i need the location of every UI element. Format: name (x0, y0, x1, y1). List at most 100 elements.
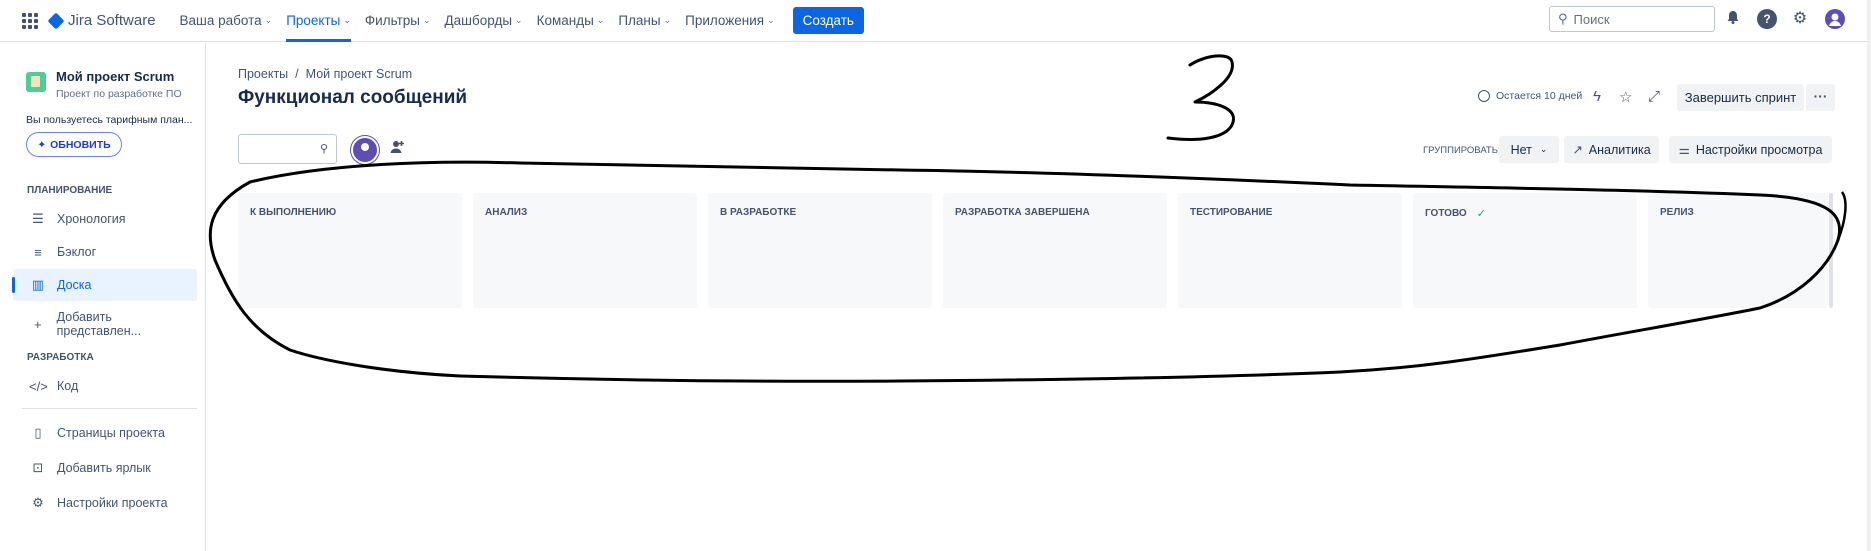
sidebar-item-code[interactable]: </> Код (13, 370, 197, 402)
page-title: Функционал сообщений (238, 87, 468, 108)
remaining-text: Остается 10 дней (1496, 90, 1583, 102)
column-title: ГОТОВО ✓ (1425, 207, 1486, 220)
sidebar-item-label: Хронология (57, 212, 126, 226)
group-by-select[interactable]: Нет ⌄ (1499, 136, 1559, 163)
board-column-done[interactable]: ГОТОВО ✓ (1413, 193, 1637, 308)
timeline-icon: ☰ (32, 211, 44, 226)
board-column-in-development[interactable]: В РАЗРАБОТКЕ (708, 193, 932, 308)
board-horizontal-scroll[interactable] (1829, 193, 1833, 308)
search-placeholder: Поиск (1573, 11, 1610, 27)
group-by-label: ГРУППИРОВАТЬ: (1423, 145, 1501, 156)
board-column-analysis[interactable]: АНАЛИЗ (473, 193, 697, 308)
sidebar-item-label: Настройки проекта (57, 496, 168, 510)
nav-plans[interactable]: Планы ⌄ (618, 0, 671, 42)
nav-label: Приложения (685, 13, 765, 28)
nav-dashboards[interactable]: Дашборды ⌄ (445, 0, 523, 42)
analytics-button[interactable]: ↗ Аналитика (1564, 136, 1659, 163)
chevron-down-icon: ⌄ (767, 15, 775, 25)
sidebar-item-backlog[interactable]: ≡ Бэклог (13, 236, 197, 268)
nav-label: Дашборды (444, 13, 513, 28)
nav-label: Команды (536, 13, 594, 28)
window-edge (1867, 0, 1871, 551)
column-title: В РАЗРАБОТКЕ (720, 207, 796, 218)
column-title-text: В РАЗРАБОТКЕ (720, 207, 797, 218)
sidebar-item-label: Страницы проекта (57, 426, 165, 440)
column-title-text: РАЗРАБОТКА ЗАВЕРШЕНА (955, 207, 1090, 218)
app-name: Jira Software (68, 12, 156, 29)
project-avatar (26, 72, 46, 92)
chevron-down-icon: ⌄ (264, 15, 273, 25)
code-icon: </> (29, 378, 48, 394)
chevron-down-icon: ⌄ (663, 15, 672, 25)
app-switcher-icon[interactable] (22, 12, 38, 29)
add-shortcut-icon: ⊡ (32, 460, 44, 475)
sidebar-item-add-view[interactable]: + Добавить представлен... (13, 308, 197, 340)
user-avatar[interactable] (1825, 9, 1845, 29)
sidebar-item-label: Код (57, 379, 79, 393)
sidebar-item-add-shortcut[interactable]: ⊡ Добавить ярлык (13, 452, 197, 484)
jira-logo[interactable]: Jira Software (47, 12, 156, 29)
nav-label: Ваша работа (179, 13, 262, 28)
breadcrumb-separator: / (295, 67, 299, 81)
gear-icon[interactable]: ⚙ (1790, 9, 1810, 29)
view-settings-button[interactable]: ⚌ Настройки просмотра (1669, 136, 1832, 163)
sidebar-item-project-pages[interactable]: ▯ Страницы проекта (13, 417, 197, 449)
star-icon[interactable]: ☆ (1619, 88, 1632, 106)
nav-apps[interactable]: Приложения ⌄ (685, 0, 775, 42)
sidebar-item-label: Добавить ярлык (57, 461, 151, 475)
nav-your-work[interactable]: Ваша работа ⌄ (180, 0, 273, 42)
expand-icon[interactable]: ⤢ (1648, 88, 1660, 105)
complete-sprint-button[interactable]: Завершить спринт (1677, 84, 1804, 111)
breadcrumb-projects[interactable]: Проекты (238, 67, 288, 81)
column-title: РЕЛИЗ (1660, 207, 1694, 218)
chevron-down-icon: ⌄ (1539, 144, 1548, 154)
member-avatar[interactable] (351, 136, 379, 164)
search-icon: ⚲ (319, 143, 328, 155)
board-column-dev-done[interactable]: РАЗРАБОТКА ЗАВЕРШЕНА (943, 193, 1167, 308)
column-title: К ВЫПОЛНЕНИЮ (250, 207, 336, 218)
board-search-input[interactable]: ⚲ (238, 134, 337, 164)
help-icon[interactable]: ? (1757, 9, 1777, 29)
breadcrumb: Проекты / Мой проект Scrum (238, 67, 412, 81)
group-by-value: Нет (1510, 142, 1532, 157)
chevron-down-icon: ⌄ (596, 15, 605, 25)
column-title: АНАЛИЗ (485, 207, 527, 218)
plus-icon: + (34, 316, 42, 332)
project-type: Проект по разработке ПО (56, 88, 182, 100)
sidebar-item-timeline[interactable]: ☰ Хронология (13, 203, 197, 235)
board-column-testing[interactable]: ТЕСТИРОВАНИЕ (1178, 193, 1402, 308)
sprint-remaining: Остается 10 дней (1478, 90, 1582, 102)
project-name: Мой проект Scrum (56, 69, 175, 84)
create-button[interactable]: Создать (792, 7, 864, 34)
jira-diamond-icon (47, 12, 65, 29)
search-icon: ⚲ (1558, 11, 1568, 26)
analytics-label: Аналитика (1588, 142, 1651, 157)
add-person-icon[interactable] (389, 139, 405, 158)
more-actions-button[interactable]: ··· (1806, 84, 1835, 111)
column-title-text: К ВЫПОЛНЕНИЮ (250, 207, 337, 218)
planning-header: ПЛАНИРОВАНИЕ (27, 185, 113, 196)
check-icon: ✓ (1476, 208, 1486, 220)
upgrade-button[interactable]: ✦ ОБНОВИТЬ (26, 132, 122, 157)
jira-board-page: Jira Software Ваша работа ⌄ Проекты ⌄ Филь… (0, 0, 1871, 551)
ink-loop-tail (1836, 191, 1847, 241)
top-navigation: Jira Software Ваша работа ⌄ Проекты ⌄ Филь… (0, 0, 1871, 42)
ink-digit-three (1166, 54, 1235, 141)
project-header[interactable]: Мой проект Scrum Проект по разработке ПО (26, 69, 182, 100)
chevron-down-icon: ⌄ (343, 15, 351, 25)
sidebar-item-project-settings[interactable]: ⚙ Настройки проекта (13, 487, 197, 519)
board-column-release[interactable]: РЕЛИЗ (1648, 193, 1828, 308)
search-input[interactable]: ⚲ Поиск (1549, 6, 1715, 32)
settings-icon: ⚙ (32, 495, 44, 510)
nav-projects[interactable]: Проекты ⌄ (286, 0, 351, 42)
nav-teams[interactable]: Команды ⌄ (537, 0, 605, 42)
lightning-icon[interactable]: ϟ (1593, 88, 1601, 105)
sidebar-item-label: Доска (57, 278, 92, 292)
breadcrumb-project[interactable]: Мой проект Scrum (306, 67, 413, 81)
nav-label: Проекты (286, 13, 341, 28)
sidebar-item-board[interactable]: ▥ Доска (12, 269, 197, 301)
board-column-todo[interactable]: К ВЫПОЛНЕНИЮ (238, 193, 462, 308)
notifications-icon[interactable] (1723, 9, 1743, 29)
sidebar-item-label: Добавить представлен... (56, 310, 142, 338)
nav-filters[interactable]: Фильтры ⌄ (365, 0, 431, 42)
